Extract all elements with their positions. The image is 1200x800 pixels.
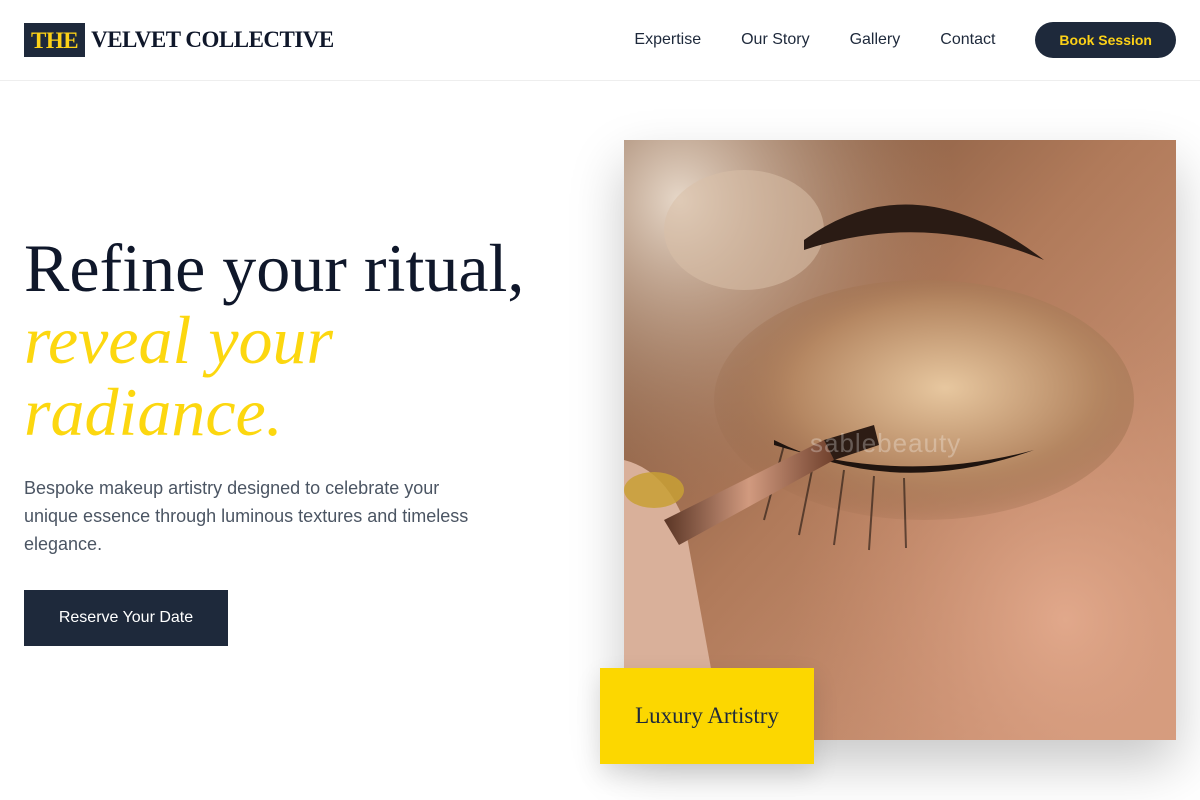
site-header: THE VELVET COLLECTIVE Expertise Our Stor… (0, 0, 1200, 81)
nav-link-gallery[interactable]: Gallery (850, 31, 901, 49)
nav-link-expertise[interactable]: Expertise (634, 31, 701, 49)
nav-link-our-story[interactable]: Our Story (741, 31, 809, 49)
hero-image: sablebeauty (624, 140, 1176, 740)
hero-title-line-3: radiance. (24, 374, 283, 450)
hero-title-line-1: Refine your ritual, (24, 230, 525, 306)
book-session-button[interactable]: Book Session (1035, 22, 1176, 58)
luxury-artistry-badge: Luxury Artistry (600, 668, 814, 764)
main-nav: Expertise Our Story Gallery Contact Book… (634, 22, 1176, 58)
brand-logo[interactable]: THE VELVET COLLECTIVE (24, 23, 334, 57)
logo-badge: THE (24, 23, 86, 57)
logo-text: VELVET COLLECTIVE (91, 27, 334, 52)
image-watermark: sablebeauty (810, 428, 962, 458)
hero-title-line-2: reveal your (24, 302, 334, 378)
hero-title: Refine your ritual, reveal your radiance… (24, 232, 604, 448)
nav-link-contact[interactable]: Contact (940, 31, 995, 49)
reserve-date-button[interactable]: Reserve Your Date (24, 590, 228, 646)
hero-description: Bespoke makeup artistry designed to cele… (24, 478, 469, 554)
